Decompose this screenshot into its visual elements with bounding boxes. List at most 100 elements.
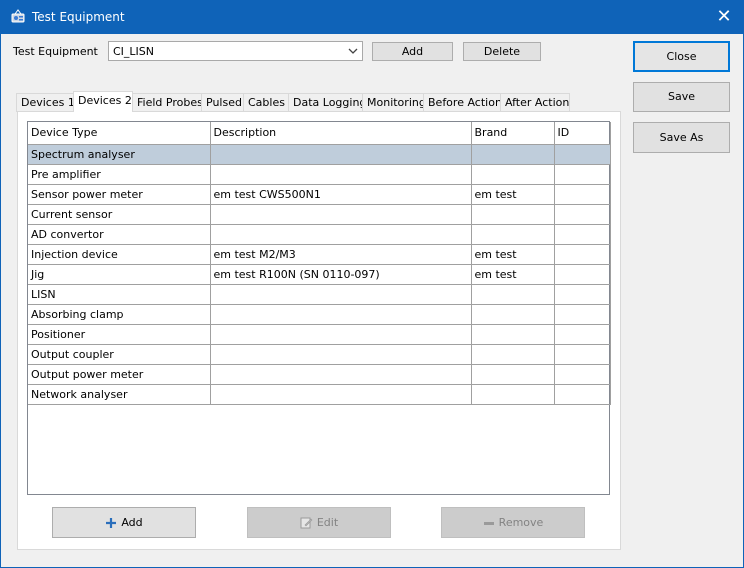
- cell-description[interactable]: em test R100N (SN 0110-097): [210, 264, 472, 285]
- cell-id[interactable]: [554, 244, 611, 265]
- cell-device-type[interactable]: Positioner: [28, 324, 211, 345]
- cell-description[interactable]: [210, 344, 472, 365]
- close-icon: ✕: [716, 6, 732, 27]
- tab-pulsed[interactable]: Pulsed: [201, 93, 244, 112]
- cell-id[interactable]: [554, 324, 611, 345]
- delete-equipment-button[interactable]: Delete: [463, 42, 541, 61]
- grid-header-row: Device Type Description Brand ID: [28, 122, 611, 145]
- cell-id[interactable]: [554, 364, 611, 385]
- cell-id[interactable]: [554, 264, 611, 285]
- table-row[interactable]: Network analyser: [28, 384, 611, 405]
- cell-brand[interactable]: em test: [471, 244, 555, 265]
- close-button[interactable]: Close: [633, 41, 730, 72]
- cell-id[interactable]: [554, 344, 611, 365]
- edit-device-button[interactable]: Edit: [247, 507, 391, 538]
- cell-id[interactable]: [554, 284, 611, 305]
- window-close-button[interactable]: ✕: [710, 4, 738, 30]
- cell-description[interactable]: [210, 204, 472, 225]
- add-equipment-button[interactable]: Add: [372, 42, 453, 61]
- cell-description[interactable]: [210, 384, 472, 405]
- cell-brand[interactable]: [471, 324, 555, 345]
- plus-icon: [105, 517, 117, 529]
- cell-description[interactable]: [210, 164, 472, 185]
- cell-device-type[interactable]: Absorbing clamp: [28, 304, 211, 325]
- cell-description[interactable]: [210, 144, 472, 165]
- column-header-description[interactable]: Description: [210, 122, 472, 145]
- table-row[interactable]: AD convertor: [28, 224, 611, 245]
- chevron-down-icon: [346, 44, 360, 58]
- cell-brand[interactable]: [471, 144, 555, 165]
- cell-brand[interactable]: [471, 284, 555, 305]
- cell-device-type[interactable]: Spectrum analyser: [28, 144, 211, 165]
- cell-device-type[interactable]: Current sensor: [28, 204, 211, 225]
- table-row[interactable]: Injection device em test M2/M3 em test: [28, 244, 611, 265]
- remove-device-button[interactable]: Remove: [441, 507, 585, 538]
- tab-field-probes[interactable]: Field Probes: [132, 93, 203, 112]
- cell-device-type[interactable]: Injection device: [28, 244, 211, 265]
- test-equipment-selected-value: CI_LISN: [113, 45, 155, 58]
- cell-id[interactable]: [554, 184, 611, 205]
- column-header-device-type[interactable]: Device Type: [28, 122, 211, 145]
- table-row[interactable]: Spectrum analyser: [28, 144, 611, 165]
- cell-brand[interactable]: [471, 164, 555, 185]
- cell-brand[interactable]: em test: [471, 184, 555, 205]
- save-as-button[interactable]: Save As: [633, 122, 730, 153]
- table-row[interactable]: Pre amplifier: [28, 164, 611, 185]
- table-row[interactable]: LISN: [28, 284, 611, 305]
- cell-id[interactable]: [554, 384, 611, 405]
- column-header-brand[interactable]: Brand: [471, 122, 555, 145]
- cell-device-type[interactable]: Output power meter: [28, 364, 211, 385]
- title-bar: Test Equipment ✕: [0, 0, 744, 34]
- table-row[interactable]: Output power meter: [28, 364, 611, 385]
- cell-description[interactable]: [210, 324, 472, 345]
- table-row[interactable]: Sensor power meter em test CWS500N1 em tes…: [28, 184, 611, 205]
- devices-grid[interactable]: Device Type Description Brand ID Spectru…: [27, 121, 611, 495]
- save-button[interactable]: Save: [633, 82, 730, 112]
- cell-description[interactable]: [210, 284, 472, 305]
- table-row[interactable]: Positioner: [28, 324, 611, 345]
- cell-id[interactable]: [554, 204, 611, 225]
- edit-icon: [300, 516, 313, 529]
- cell-description[interactable]: [210, 224, 472, 245]
- cell-device-type[interactable]: Output coupler: [28, 344, 211, 365]
- minus-icon: [483, 517, 495, 529]
- cell-device-type[interactable]: Network analyser: [28, 384, 211, 405]
- tab-cables[interactable]: Cables: [243, 93, 289, 112]
- column-header-id[interactable]: ID: [554, 122, 611, 145]
- cell-brand[interactable]: [471, 304, 555, 325]
- cell-description[interactable]: [210, 304, 472, 325]
- table-row[interactable]: Output coupler: [28, 344, 611, 365]
- test-equipment-label: Test Equipment: [13, 45, 98, 58]
- cell-device-type[interactable]: Pre amplifier: [28, 164, 211, 185]
- table-row[interactable]: Current sensor: [28, 204, 611, 225]
- cell-id[interactable]: [554, 164, 611, 185]
- tab-monitoring[interactable]: Monitoring: [362, 93, 426, 112]
- tab-before-action[interactable]: Before Action: [423, 93, 502, 112]
- add-device-label: Add: [121, 516, 143, 529]
- cell-device-type[interactable]: Jig: [28, 264, 211, 285]
- cell-brand[interactable]: [471, 204, 555, 225]
- cell-device-type[interactable]: LISN: [28, 284, 211, 305]
- tab-after-action[interactable]: After Action: [500, 93, 570, 112]
- window-title: Test Equipment: [32, 10, 125, 24]
- cell-brand[interactable]: [471, 384, 555, 405]
- cell-brand[interactable]: [471, 344, 555, 365]
- test-equipment-select[interactable]: CI_LISN: [108, 41, 363, 61]
- cell-brand[interactable]: [471, 224, 555, 245]
- table-row[interactable]: Absorbing clamp: [28, 304, 611, 325]
- cell-id[interactable]: [554, 224, 611, 245]
- tab-data-logging[interactable]: Data Logging: [288, 93, 366, 112]
- cell-brand[interactable]: [471, 364, 555, 385]
- table-row[interactable]: Jig em test R100N (SN 0110-097) em test: [28, 264, 611, 285]
- tab-devices-1[interactable]: Devices 1: [16, 93, 75, 112]
- cell-device-type[interactable]: AD convertor: [28, 224, 211, 245]
- cell-device-type[interactable]: Sensor power meter: [28, 184, 211, 205]
- cell-description[interactable]: em test M2/M3: [210, 244, 472, 265]
- cell-id[interactable]: [554, 144, 611, 165]
- cell-id[interactable]: [554, 304, 611, 325]
- cell-description[interactable]: em test CWS500N1: [210, 184, 472, 205]
- tab-devices-2[interactable]: Devices 2: [73, 91, 133, 112]
- cell-description[interactable]: [210, 364, 472, 385]
- cell-brand[interactable]: em test: [471, 264, 555, 285]
- add-device-button[interactable]: Add: [52, 507, 196, 538]
